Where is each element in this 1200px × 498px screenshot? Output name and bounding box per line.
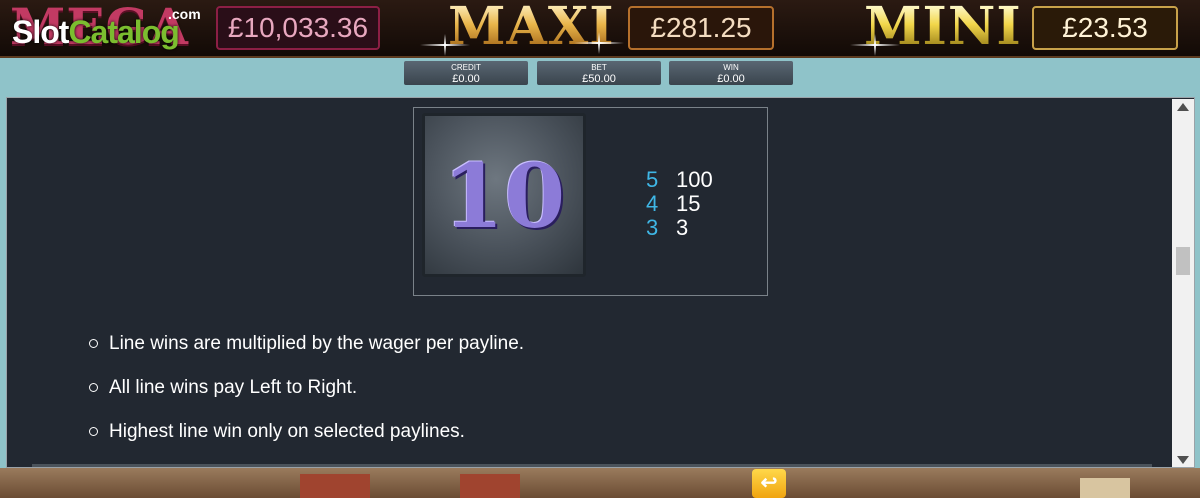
- logo-text-slot: Slot: [12, 14, 69, 50]
- symbol-paytable-box: 10 5 100 4 15 33: [413, 107, 768, 296]
- rule-item: All line wins pay Left to Right.: [89, 370, 989, 414]
- sparkle-icon: [850, 34, 900, 56]
- pay-row: 5 100: [646, 168, 713, 192]
- bullet-icon: [89, 427, 98, 436]
- bet-label: BET: [591, 63, 607, 72]
- house: [1080, 478, 1130, 498]
- divider: [32, 464, 1152, 467]
- bullet-icon: [89, 383, 98, 392]
- roof: [460, 474, 520, 498]
- pay-amount: 100: [676, 167, 713, 192]
- pay-amount: 15: [676, 191, 701, 216]
- pay-row: 4 15: [646, 192, 700, 216]
- back-button[interactable]: ↩: [752, 469, 786, 498]
- win-value: £0.00: [717, 73, 745, 85]
- credit-display: CREDIT £0.00: [404, 61, 528, 85]
- win-label: WIN: [723, 63, 739, 72]
- sparkle-icon: [420, 34, 470, 56]
- slotcatalog-logo: SlotCatalog .com: [12, 6, 201, 54]
- pay-row: 33: [646, 216, 688, 240]
- symbol-label: 10: [442, 144, 566, 248]
- rule-item: Highest line win only on selected paylin…: [89, 414, 989, 458]
- scroll-down-icon[interactable]: [1177, 456, 1189, 464]
- jackpot-mini-value: £23.53: [1032, 6, 1178, 50]
- background-scenery: [0, 468, 1200, 498]
- pay-count: 4: [646, 191, 659, 216]
- scrollbar-track[interactable]: [1172, 99, 1194, 467]
- bullet-icon: [89, 339, 98, 348]
- sparkle-icon: [574, 32, 624, 54]
- roof: [300, 474, 370, 498]
- rules-list: Line wins are multiplied by the wager pe…: [89, 326, 989, 458]
- pay-count: 5: [646, 167, 659, 192]
- jackpot-mega-value: £10,033.36: [216, 6, 380, 50]
- rule-text: All line wins pay Left to Right.: [109, 377, 358, 398]
- logo-text-com: .com: [168, 6, 201, 22]
- credit-label: CREDIT: [451, 63, 481, 72]
- symbol-ten-icon: 10: [422, 113, 586, 277]
- jackpot-maxi-title: MAXI: [448, 0, 615, 57]
- bet-display[interactable]: BET £50.00: [537, 61, 661, 85]
- jackpot-maxi-value: £281.25: [628, 6, 774, 50]
- bet-value: £50.00: [582, 73, 616, 85]
- rule-text: Highest line win only on selected paylin…: [109, 421, 465, 442]
- scroll-up-icon[interactable]: [1177, 103, 1189, 111]
- credit-value: £0.00: [452, 73, 480, 85]
- pay-amount: 3: [676, 215, 689, 240]
- rule-item: Line wins are multiplied by the wager pe…: [89, 326, 989, 370]
- win-display: WIN £0.00: [669, 61, 793, 85]
- rule-text: Line wins are multiplied by the wager pe…: [109, 333, 525, 354]
- logo-text-catalog: Catalog: [68, 14, 179, 50]
- scrollbar-thumb[interactable]: [1176, 247, 1190, 275]
- back-arrow-icon: ↩: [760, 472, 778, 494]
- paytable-panel[interactable]: 10 5 100 4 15 33 Line wins are multiplied …: [6, 97, 1195, 468]
- pay-count: 3: [646, 215, 659, 240]
